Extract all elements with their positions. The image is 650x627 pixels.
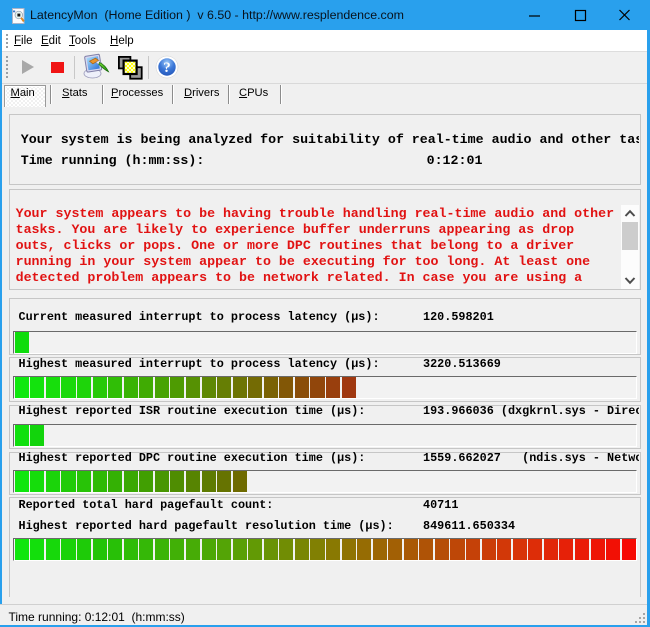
svg-text:?: ? <box>163 60 171 76</box>
